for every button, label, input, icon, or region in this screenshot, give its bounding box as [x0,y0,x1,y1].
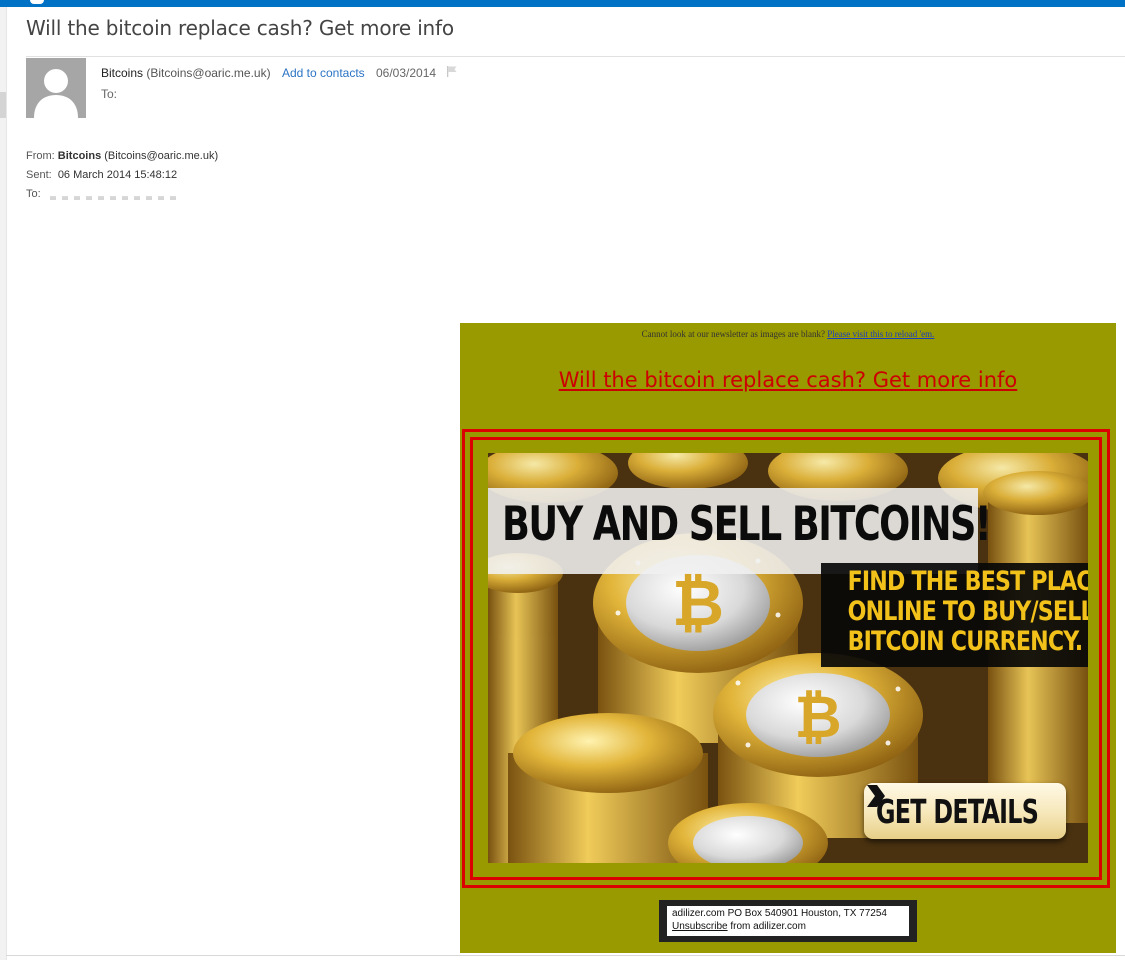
notice-text: Cannot look at our newsletter as images … [641,329,826,339]
get-details-label: GET DETAILS [876,792,1039,831]
add-to-contacts-link[interactable]: Add to contacts [282,66,365,80]
bitcoin-banner-image[interactable]: ₿ ₿ BUY AND SELL BITCOINS! FIND THE BEST… [488,453,1088,863]
newsletter-headline-link[interactable]: Will the bitcoin replace cash? Get more … [460,368,1116,392]
header-to-label: To: [26,188,41,200]
pane-resize-handle[interactable] [0,92,6,118]
get-details-button[interactable]: GET DETAILS [864,783,1066,839]
unsubscribe-link[interactable]: Unsubscribe [672,921,728,932]
banner-subtitle-line: BITCOIN CURRENCY. [847,626,1084,657]
footer-address: adilizer.com PO Box 540901 Houston, TX 7… [672,908,887,919]
left-pane-edge [0,7,7,960]
subject-divider [26,56,1125,57]
header-from-row: From: Bitcoins (Bitcoins@oaric.me.uk) [26,147,218,166]
window-top-bar [0,0,1125,7]
footer-from: from adilizer.com [730,921,806,932]
bottom-divider [6,955,1125,956]
chevron-right-icon [867,785,885,807]
header-sent-value: 06 March 2014 15:48:12 [57,169,178,181]
banner-subtitle: FIND THE BEST PLACES ONLINE TO BUY/SELL … [824,566,1088,657]
sender-line: Bitcoins (Bitcoins@oaric.me.uk) Add to c… [101,65,457,81]
footer-unsubscribe-row: Unsubscribe from adilizer.com [672,920,887,933]
email-subject: Will the bitcoin replace cash? Get more … [26,16,454,40]
person-icon [26,58,86,118]
header-to-row: To: [26,185,218,204]
header-sent-label: Sent: [26,169,52,181]
flag-icon[interactable] [447,65,457,80]
sender-name[interactable]: Bitcoins [101,66,143,80]
banner-subtitle-line: ONLINE TO BUY/SELL [847,596,1088,627]
redacted-recipient [49,196,180,201]
sender-email: (Bitcoins@oaric.me.uk) [146,66,271,80]
sender-avatar [26,58,86,118]
recipient-line: To: [101,87,118,101]
header-sent-row: Sent: 06 March 2014 15:48:12 [26,166,218,185]
banner-subtitle-line: FIND THE BEST PLACES [847,566,1088,597]
message-header-block: From: Bitcoins (Bitcoins@oaric.me.uk) Se… [26,147,218,204]
app-icon [30,0,44,4]
banner-title: BUY AND SELL BITCOINS! [502,497,992,552]
header-from-label: From: [26,150,55,162]
newsletter-notice: Cannot look at our newsletter as images … [460,329,1116,339]
newsletter-body: Cannot look at our newsletter as images … [460,323,1116,953]
footer-text: adilizer.com PO Box 540901 Houston, TX 7… [672,907,887,933]
header-from-email: (Bitcoins@oaric.me.uk) [104,150,219,162]
reload-link[interactable]: Please visit this to reload 'em. [827,329,934,339]
svg-text:₿: ₿ [794,683,841,751]
header-from-name: Bitcoins [57,150,102,162]
svg-text:₿: ₿ [672,567,724,641]
received-date: 06/03/2014 [376,66,437,80]
